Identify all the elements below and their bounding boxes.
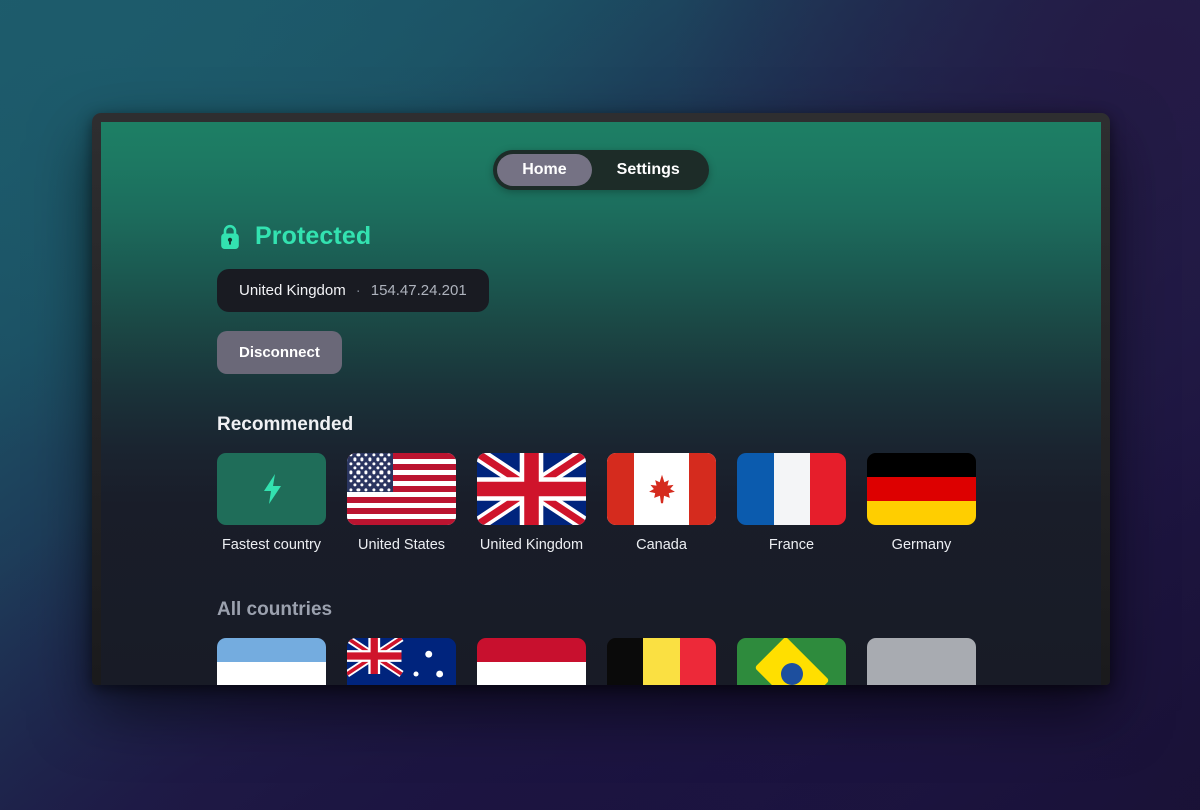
country-label: Fastest country (221, 537, 322, 553)
connection-status: Protected (217, 222, 1101, 251)
country-card-unknown[interactable] (867, 638, 976, 685)
ip-address: 154.47.24.201 (370, 282, 467, 299)
tv-frame: Home Settings Protected United Kingdom ·… (92, 113, 1110, 685)
flag-canada (607, 453, 716, 525)
flag-austria (477, 638, 586, 685)
flag-belgium (607, 638, 716, 685)
country-card-united-kingdom[interactable]: United Kingdom (477, 453, 586, 553)
country-label: United States (357, 537, 446, 553)
country-card-belgium[interactable] (607, 638, 716, 685)
flag-germany (867, 453, 976, 525)
flag-united-states (347, 453, 456, 525)
lock-closed-icon (217, 223, 243, 251)
flag-brazil (737, 638, 846, 685)
main-content: Protected United Kingdom · 154.47.24.201… (101, 222, 1101, 685)
connection-info-pill: United Kingdom · 154.47.24.201 (217, 269, 489, 312)
flag-united-kingdom (477, 453, 586, 525)
connected-country: United Kingdom (239, 282, 346, 299)
tab-settings[interactable]: Settings (592, 154, 705, 186)
country-card-brazil[interactable] (737, 638, 846, 685)
flag-australia (347, 638, 456, 685)
separator-dot: · (355, 282, 361, 299)
flag-argentina (217, 638, 326, 685)
fastest-country-tile (217, 453, 326, 525)
country-card-france[interactable]: France (737, 453, 846, 553)
maple-leaf-icon (645, 472, 679, 506)
country-card-fastest[interactable]: Fastest country (217, 453, 326, 553)
country-card-united-states[interactable]: United States (347, 453, 456, 553)
all-countries-heading: All countries (217, 599, 333, 620)
country-card-germany[interactable]: Germany (867, 453, 976, 553)
country-label: Germany (891, 537, 952, 553)
flag-generic (867, 638, 976, 685)
status-label: Protected (255, 222, 372, 250)
disconnect-button[interactable]: Disconnect (217, 331, 342, 374)
tabbar: Home Settings (493, 150, 709, 190)
all-countries-list (217, 638, 1101, 685)
country-card-canada[interactable]: Canada (607, 453, 716, 553)
us-canton (347, 453, 393, 492)
country-label: United Kingdom (479, 537, 584, 553)
lightning-bolt-icon (259, 472, 285, 506)
country-card-argentina[interactable] (217, 638, 326, 685)
tabbar-container: Home Settings (101, 122, 1101, 190)
country-label: Canada (636, 537, 687, 553)
recommended-heading: Recommended (217, 414, 354, 435)
country-label: France (768, 537, 815, 553)
flag-france (737, 453, 846, 525)
country-card-austria[interactable] (477, 638, 586, 685)
country-card-australia[interactable] (347, 638, 456, 685)
tab-home[interactable]: Home (497, 154, 592, 186)
recommended-list: Fastest country United States United Kin… (217, 453, 1101, 553)
tv-screen: Home Settings Protected United Kingdom ·… (101, 122, 1101, 685)
